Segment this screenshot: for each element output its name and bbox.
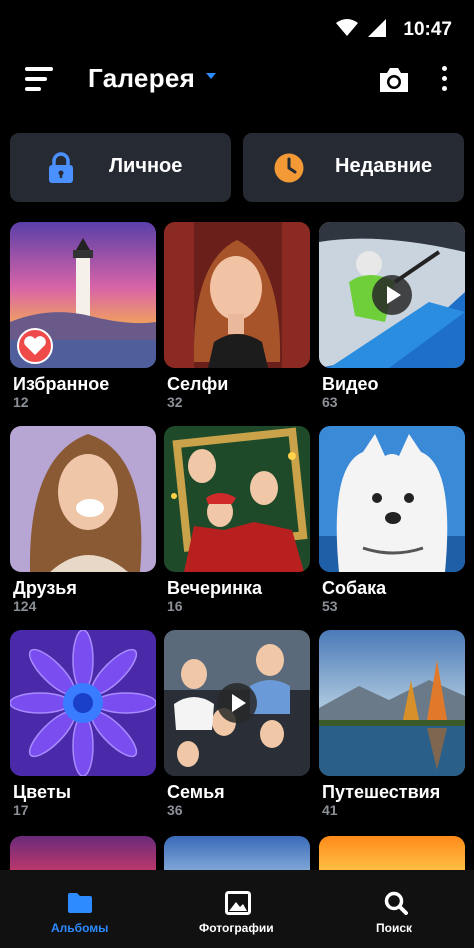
app-bar: Галерея xyxy=(0,58,474,114)
signal-icon xyxy=(368,19,386,37)
album-thumbnail[interactable] xyxy=(164,630,310,776)
album-thumbnail[interactable] xyxy=(10,222,156,368)
clock-icon xyxy=(274,153,304,183)
quick-action-label: Личное xyxy=(109,155,183,177)
camera-icon[interactable] xyxy=(378,66,410,94)
more-vertical-icon[interactable] xyxy=(439,66,449,94)
album-name: Цветы xyxy=(13,782,71,802)
album-count: 16 xyxy=(167,598,183,614)
album-name: Друзья xyxy=(13,578,77,598)
folder-icon xyxy=(68,893,92,913)
tab-albums[interactable]: Альбомы xyxy=(40,870,120,948)
wifi-icon xyxy=(336,19,358,36)
menu-icon[interactable] xyxy=(25,67,57,93)
status-bar: 10:47 xyxy=(0,0,474,58)
quick-action-label: Недавние xyxy=(335,155,433,177)
album-name: Собака xyxy=(322,578,387,598)
album-thumbnail[interactable] xyxy=(10,630,156,776)
tab-label: Поиск xyxy=(376,921,413,935)
search-icon xyxy=(384,891,408,915)
album-thumbnail[interactable] xyxy=(319,222,465,368)
tab-label: Альбомы xyxy=(51,921,109,935)
album-thumbnail[interactable] xyxy=(319,426,465,572)
album-name: Путешествия xyxy=(322,782,441,802)
album-name: Семья xyxy=(167,782,225,802)
album-count: 32 xyxy=(167,394,183,410)
bottom-navigation: Альбомы Фотографии Поиск xyxy=(0,870,474,948)
play-icon xyxy=(372,275,412,315)
lock-icon xyxy=(49,152,73,183)
tab-search[interactable]: Поиск xyxy=(360,870,430,948)
tab-label: Фотографии xyxy=(199,921,274,935)
status-time: 10:47 xyxy=(403,19,452,40)
album-thumbnail[interactable] xyxy=(164,222,310,368)
album-name: Избранное xyxy=(13,374,110,394)
album-count: 53 xyxy=(322,598,338,614)
album-count: 41 xyxy=(322,802,338,818)
album-name: Селфи xyxy=(167,374,229,394)
album-count: 124 xyxy=(13,598,37,614)
recent-album-button[interactable]: Недавние xyxy=(243,133,464,202)
album-count: 36 xyxy=(167,802,183,818)
page-title[interactable]: Галерея xyxy=(88,63,195,94)
album-thumbnail[interactable] xyxy=(164,426,310,572)
album-thumbnail[interactable] xyxy=(10,426,156,572)
play-icon xyxy=(217,683,257,723)
album-name: Вечеринка xyxy=(167,578,262,598)
image-icon xyxy=(225,891,251,915)
album-count: 12 xyxy=(13,394,29,410)
tab-photos[interactable]: Фотографии xyxy=(192,870,282,948)
album-name: Видео xyxy=(322,374,379,394)
chevron-down-icon[interactable] xyxy=(206,73,216,79)
album-thumbnail[interactable] xyxy=(319,630,465,776)
private-album-button[interactable]: Личное xyxy=(10,133,231,202)
heart-icon xyxy=(17,328,53,364)
album-count: 17 xyxy=(13,802,29,818)
album-count: 63 xyxy=(322,394,338,410)
